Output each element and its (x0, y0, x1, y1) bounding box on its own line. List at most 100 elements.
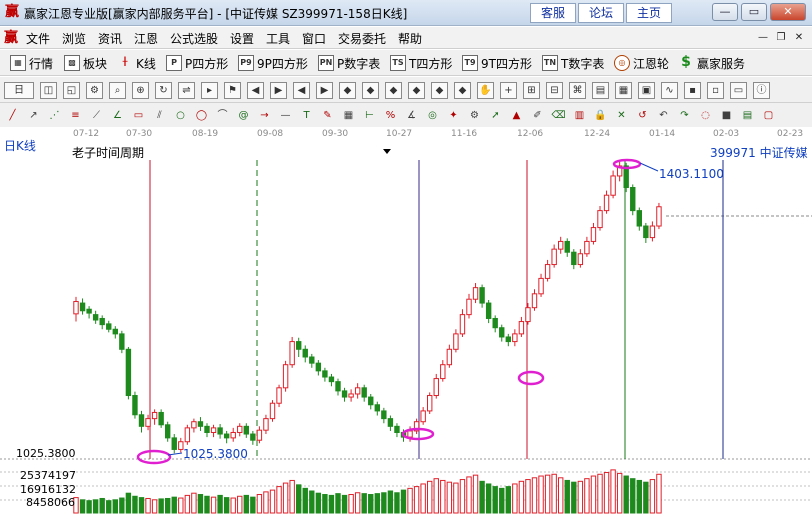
save-icon[interactable]: ▪ (684, 82, 701, 99)
last-icon[interactable]: ▶ (270, 82, 287, 99)
mdi-restore-button[interactable]: ❐ (774, 31, 788, 45)
select-icon[interactable]: ▤ (592, 82, 609, 99)
gear-icon[interactable]: ⚙ (86, 82, 103, 99)
fib-tool-icon[interactable]: ≡ (67, 108, 84, 125)
winner-service-button[interactable]: $ 赢家服务 (678, 53, 745, 73)
cycle-tool-icon[interactable]: ○ (172, 108, 189, 125)
angle-tool-icon[interactable]: ∠ (109, 108, 126, 125)
gann-wheel-button[interactable]: ◎ 江恩轮 (614, 53, 669, 73)
export-icon[interactable]: ▫ (707, 82, 724, 99)
mdi-close-button[interactable]: ✕ (792, 31, 806, 45)
forum-link[interactable]: 论坛 (578, 3, 624, 23)
gear2-icon[interactable]: ⚙ (466, 108, 483, 125)
refresh2-icon[interactable]: ↺ (634, 108, 651, 125)
text-tool-icon[interactable]: T (298, 108, 315, 125)
crosshair-icon[interactable]: + (500, 82, 517, 99)
channel-tool-icon[interactable]: ⫽ (151, 108, 168, 125)
layers-icon[interactable]: ▥ (571, 108, 588, 125)
rocket-icon[interactable]: ➚ (487, 108, 504, 125)
table-icon[interactable]: ▦ (340, 108, 357, 125)
menu-news[interactable]: 资讯 (98, 30, 122, 47)
chart-icon[interactable]: ◱ (63, 82, 80, 99)
chart-type-icon[interactable]: ⌘ (569, 82, 586, 99)
9t-square-button[interactable]: T9 9T四方形 (462, 53, 532, 73)
ruler-icon[interactable]: ⊢ (361, 108, 378, 125)
dropdown-arrow-icon[interactable] (383, 149, 391, 154)
zoom-in-icon[interactable]: ⊞ (523, 82, 540, 99)
lock-icon[interactable]: 🔒 (592, 108, 609, 125)
fan-tool-icon[interactable]: ⋰ (46, 108, 63, 125)
circle-tool-icon[interactable]: ◯ (193, 108, 210, 125)
expand-icon[interactable]: ◆ (431, 82, 448, 99)
menu-browse[interactable]: 浏览 (62, 30, 86, 47)
pen-icon[interactable]: ✐ (529, 108, 546, 125)
spiral-tool-icon[interactable]: @ (235, 108, 252, 125)
print-icon[interactable]: ▭ (730, 82, 747, 99)
eraser-icon[interactable]: ⌫ (550, 108, 567, 125)
mdi-minimize-button[interactable]: — (756, 31, 770, 45)
first-icon[interactable]: ◀ (247, 82, 264, 99)
layout-icon[interactable]: ▤ (739, 108, 756, 125)
wave-icon[interactable]: ∿ (661, 82, 678, 99)
minimize-button[interactable]: — (712, 3, 738, 21)
menu-window[interactable]: 窗口 (302, 30, 326, 47)
flag-icon[interactable]: ⚑ (224, 82, 241, 99)
kline-button[interactable]: ╫ K线 (117, 53, 156, 73)
down-icon[interactable]: ◆ (362, 82, 379, 99)
sectors-button[interactable]: ▩ 板块 (64, 53, 107, 73)
arrow-tool-icon[interactable]: ↗ (25, 108, 42, 125)
indicator-icon[interactable]: ⇌ (178, 82, 195, 99)
close-button[interactable]: ✕ (770, 3, 806, 21)
customer-service-link[interactable]: 客服 (530, 3, 576, 23)
menu-gann[interactable]: 江恩 (134, 30, 158, 47)
period-dropdown[interactable]: 日 (4, 82, 34, 99)
up-icon[interactable]: ◆ (339, 82, 356, 99)
window-icon[interactable]: ▢ (760, 108, 777, 125)
calendar-icon[interactable]: ▦ (615, 82, 632, 99)
graph-icon[interactable]: ▲ (508, 108, 525, 125)
prev-icon[interactable]: ◀ (293, 82, 310, 99)
ray-tool-icon[interactable]: → (256, 108, 273, 125)
brush-icon[interactable]: ✎ (319, 108, 336, 125)
pointer-icon[interactable]: ▸ (201, 82, 218, 99)
trash-icon[interactable]: ✕ (613, 108, 630, 125)
gann-fan-icon[interactable]: ⟋ (88, 108, 105, 125)
angle-icon[interactable]: ∡ (403, 108, 420, 125)
zoom-out-icon[interactable]: ⊟ (546, 82, 563, 99)
redo-icon[interactable]: ↷ (676, 108, 693, 125)
maximize-button[interactable]: ▭ (741, 3, 767, 21)
calculator-icon[interactable]: ▣ (638, 82, 655, 99)
zoom-icon[interactable]: ⊕ (132, 82, 149, 99)
right-icon[interactable]: ◆ (408, 82, 425, 99)
left-icon[interactable]: ◆ (385, 82, 402, 99)
segment-tool-icon[interactable]: — (277, 108, 294, 125)
menu-file[interactable]: 文件 (26, 30, 50, 47)
p-number-table-button[interactable]: PN P数字表 (318, 53, 380, 73)
undo-icon[interactable]: ↶ (655, 108, 672, 125)
menu-help[interactable]: 帮助 (398, 30, 422, 47)
search-icon[interactable]: ⌕ (109, 82, 126, 99)
color-icon[interactable]: ■ (718, 108, 735, 125)
hide-icon[interactable]: ◌ (697, 108, 714, 125)
menu-formula-selection[interactable]: 公式选股 (170, 30, 218, 47)
kline-chart[interactable]: 07-12 07-30 08-19 09-08 09-30 10-27 11-1… (0, 127, 812, 514)
refresh-icon[interactable]: ↻ (155, 82, 172, 99)
menu-tools[interactable]: 工具 (266, 30, 290, 47)
t-square-button[interactable]: TS T四方形 (390, 53, 452, 73)
line-tool-icon[interactable]: ╱ (4, 108, 21, 125)
next-icon[interactable]: ▶ (316, 82, 333, 99)
9p-square-button[interactable]: P9 9P四方形 (238, 53, 308, 73)
homepage-link[interactable]: 主页 (626, 3, 672, 23)
p-square-button[interactable]: P P四方形 (166, 53, 228, 73)
percent-icon[interactable]: % (382, 108, 399, 125)
info-icon[interactable]: ⓘ (753, 82, 770, 99)
quotes-button[interactable]: ▦ 行情 (10, 53, 53, 73)
t-number-table-button[interactable]: TN T数字表 (542, 53, 604, 73)
menu-settings[interactable]: 设置 (230, 30, 254, 47)
grid-icon[interactable]: ◫ (40, 82, 57, 99)
hand-icon[interactable]: ✋ (477, 82, 494, 99)
star-icon[interactable]: ✦ (445, 108, 462, 125)
app-menu-icon[interactable]: 赢 (4, 30, 20, 46)
menu-trade[interactable]: 交易委托 (338, 30, 386, 47)
target-icon[interactable]: ◎ (424, 108, 441, 125)
